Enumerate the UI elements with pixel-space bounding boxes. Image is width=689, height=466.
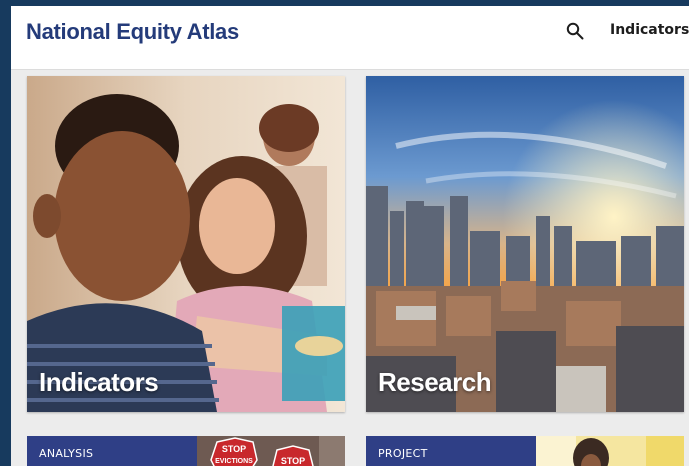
analysis-card-tag: ANALYSIS: [39, 447, 94, 460]
project-card[interactable]: PROJECT: [366, 436, 684, 466]
sign-text-stop-2: STOP: [281, 456, 305, 466]
analysis-card[interactable]: ANALYSIS STOP EVICTIONS STOP: [27, 436, 345, 466]
research-card-title: Research: [378, 367, 492, 397]
project-card-band: PROJECT: [366, 436, 536, 466]
city-skyline-sunset-photo: [366, 76, 684, 412]
search-icon[interactable]: [566, 22, 584, 40]
site-header: National Equity Atlas Indicators: [11, 6, 689, 70]
sign-text-stop: STOP: [222, 444, 246, 454]
indicators-card[interactable]: Indicators: [27, 76, 345, 412]
analysis-card-band: ANALYSIS: [27, 436, 197, 466]
nav-indicators-link[interactable]: Indicators: [610, 22, 689, 38]
indicators-card-title: Indicators: [39, 367, 159, 397]
research-card[interactable]: Research: [366, 76, 684, 412]
site-logo[interactable]: National Equity Atlas: [26, 19, 239, 45]
project-card-tag: PROJECT: [378, 447, 428, 460]
page-frame: National Equity Atlas Indicators Indicat…: [11, 6, 689, 466]
stop-evictions-signs-photo: STOP EVICTIONS STOP: [197, 436, 345, 466]
sign-text-evictions: EVICTIONS: [215, 458, 253, 465]
children-classroom-photo: [27, 76, 345, 412]
person-photo: [536, 436, 684, 466]
